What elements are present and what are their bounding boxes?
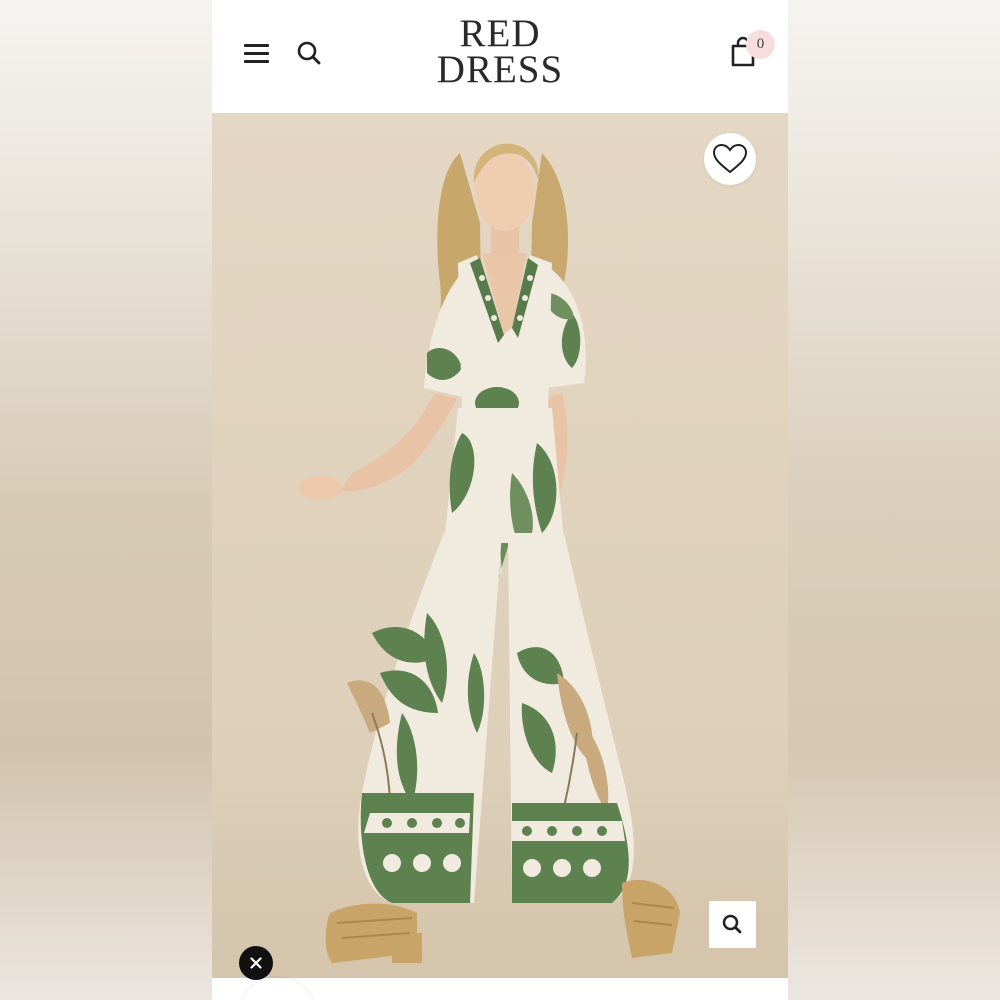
brand-logo[interactable]: RED DRESS bbox=[412, 12, 588, 91]
cart-count-badge: 0 bbox=[746, 30, 775, 59]
menu-button[interactable] bbox=[242, 38, 272, 68]
logo-line-1: RED bbox=[459, 12, 541, 55]
menu-bar bbox=[244, 52, 269, 55]
blurred-background-left bbox=[0, 0, 212, 1000]
hamburger-menu-icon bbox=[244, 44, 269, 47]
logo-line-2: DRESS bbox=[436, 48, 564, 91]
search-icon bbox=[297, 41, 321, 65]
zoom-button[interactable] bbox=[709, 901, 756, 948]
heart-outline-icon bbox=[712, 143, 748, 174]
close-button[interactable] bbox=[239, 946, 273, 980]
site-header: RED DRESS 0 bbox=[212, 0, 788, 113]
favorite-button[interactable] bbox=[704, 133, 756, 185]
close-icon bbox=[250, 957, 262, 969]
magnifier-icon bbox=[722, 914, 742, 934]
mobile-page: RED DRESS 0 bbox=[212, 0, 788, 1000]
menu-bar bbox=[244, 60, 269, 63]
product-photo-illustration bbox=[212, 113, 788, 978]
blurred-background-right bbox=[788, 0, 1000, 1000]
search-button[interactable] bbox=[294, 38, 324, 68]
product-image[interactable] bbox=[212, 113, 788, 978]
